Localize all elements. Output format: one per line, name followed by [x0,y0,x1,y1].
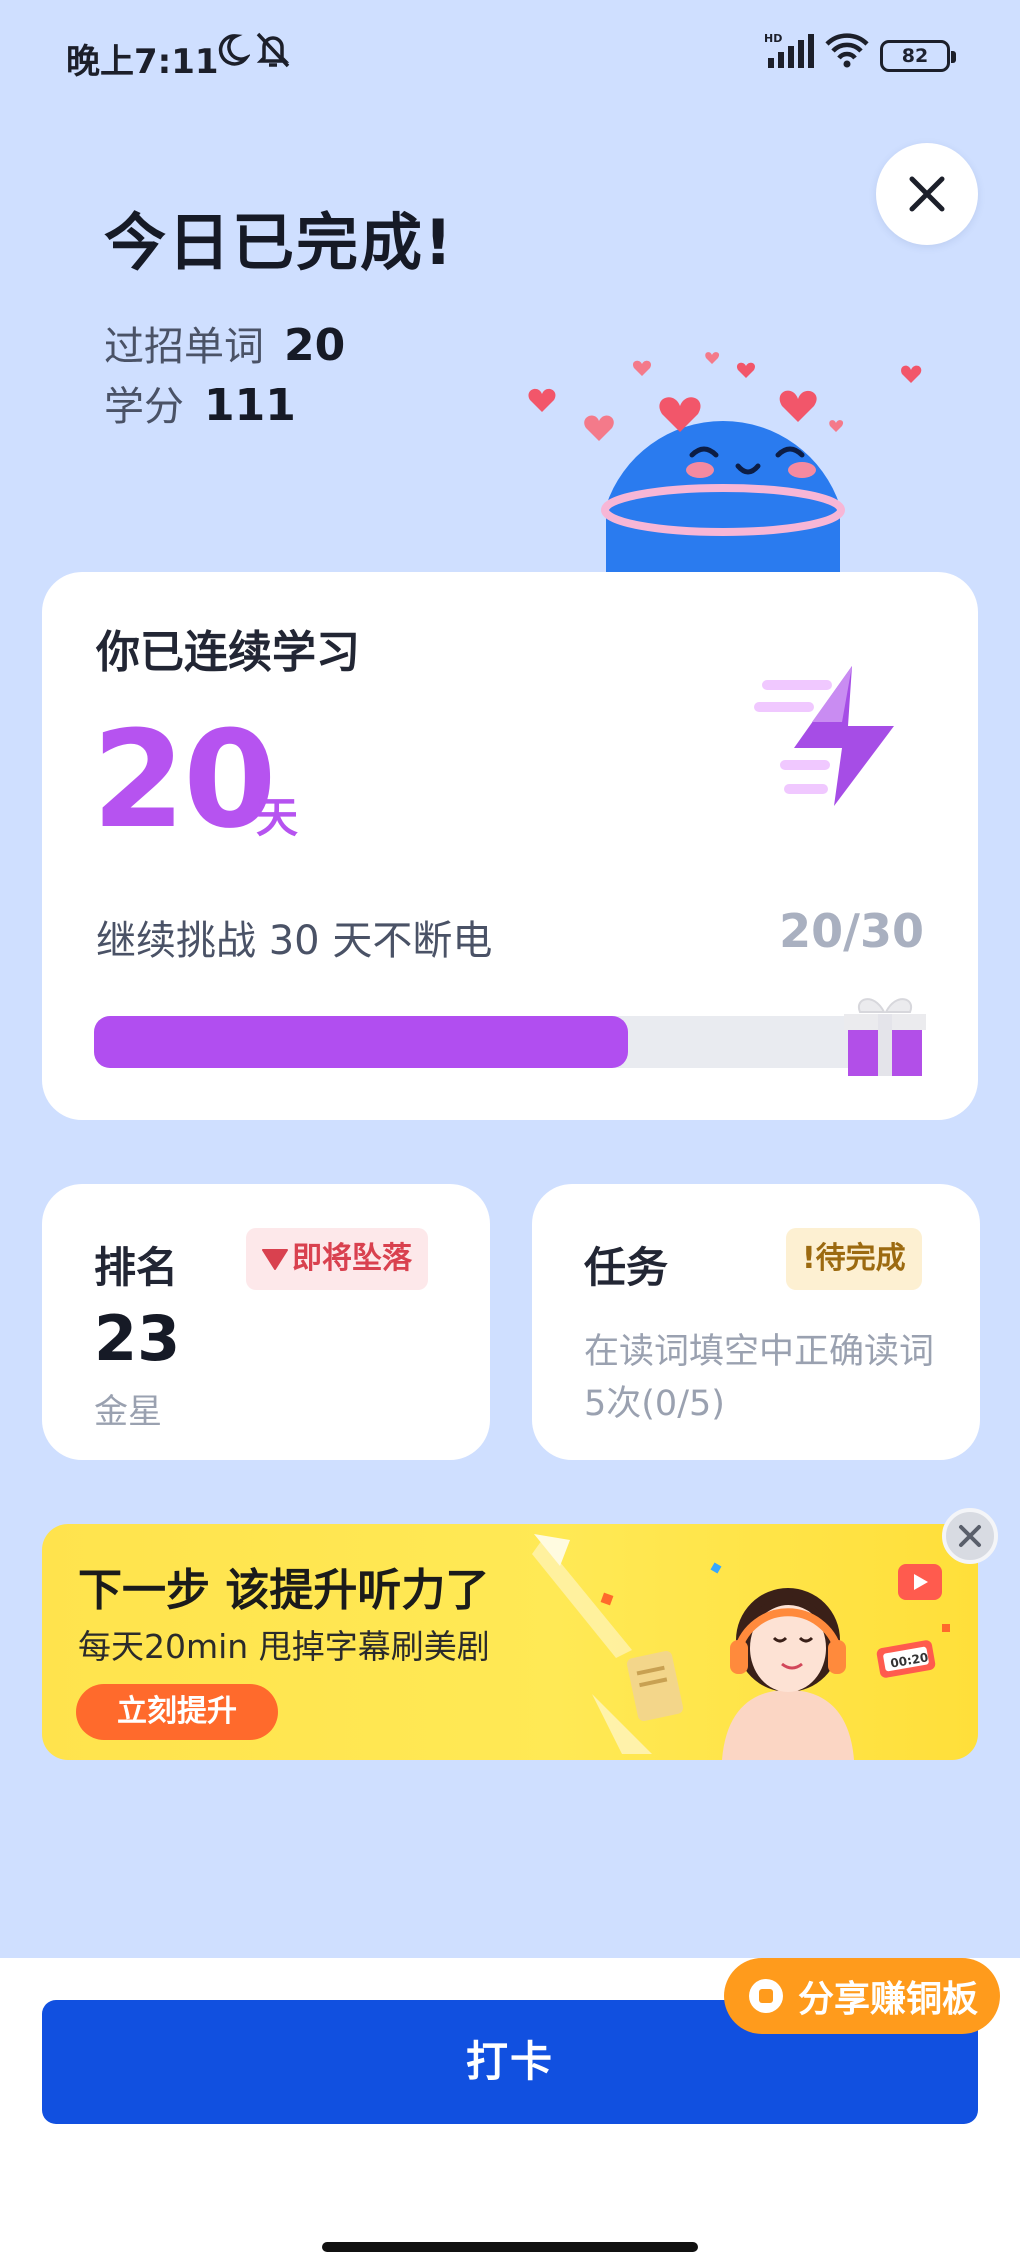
status-time: 晚上7:11 [66,42,219,82]
challenge-text: 继续挑战 30 天不断电 [96,918,493,964]
home-indicator [322,2242,698,2252]
bell-mute-icon [256,32,290,68]
stat-label: 过招单词 [104,324,264,370]
rank-badge: 即将坠落 [246,1228,428,1290]
rank-card[interactable]: 排名 即将坠落 23 金星 [42,1184,490,1460]
close-button[interactable] [876,143,978,245]
task-description: 在读词填空中正确读词5次(0/5) [584,1332,935,1424]
lightning-icon [754,666,894,806]
share-earn-button[interactable]: 分享赚铜板 [724,1958,1000,2034]
task-card[interactable]: 任务 !待完成 在读词填空中正确读词5次(0/5) [532,1184,980,1460]
streak-unit: 天 [256,793,299,842]
share-label: 分享赚铜板 [798,1979,979,2020]
stat-value: 20 [284,320,346,371]
close-icon [959,1525,981,1547]
progress-track [94,1016,894,1068]
improve-now-button[interactable]: 立刻提升 [76,1684,278,1740]
banner-subtitle: 每天20min 甩掉字幕刷美剧 [78,1627,490,1666]
progress-fill [94,1016,628,1068]
close-icon [909,176,945,212]
promo-illustration: 00:20 [532,1534,950,1760]
heart-down-icon [262,1249,288,1270]
streak-card: 你已连续学习 20 天 继续挑战 30 天不断电 20/30 [42,572,978,1120]
svg-text:HD: HD [764,32,782,45]
planet-mascot-illustration [528,352,922,572]
task-badge: !待完成 [786,1228,922,1290]
streak-days: 20 [92,702,276,858]
stat-words: 过招单词 20 [104,314,345,372]
gift-icon [844,998,926,1076]
progress-text: 20/30 [779,904,924,958]
stat-label: 学分 [104,384,184,430]
rank-tier: 金星 [94,1392,162,1432]
page-title: 今日已完成! [104,206,455,279]
signal-icon: HD [764,32,814,68]
banner-close-button[interactable] [942,1508,998,1564]
rank-badge-text: 即将坠落 [292,1241,412,1276]
battery-indicator: 82 [880,40,956,72]
coin-icon [749,1979,783,2013]
moon-icon [218,34,250,66]
rank-title: 排名 [94,1243,179,1292]
listening-promo-banner[interactable]: 00:20 下一步 该提升听力了 每天20min 甩掉字幕刷美剧 立刻提升 [42,1524,978,1760]
task-title: 任务 [584,1243,669,1292]
stat-value: 111 [204,380,296,431]
wifi-icon [825,33,869,68]
streak-label: 你已连续学习 [96,627,360,678]
rank-number: 23 [94,1302,181,1375]
stat-credits: 学分 111 [104,374,296,432]
banner-title: 下一步 该提升听力了 [78,1565,490,1616]
